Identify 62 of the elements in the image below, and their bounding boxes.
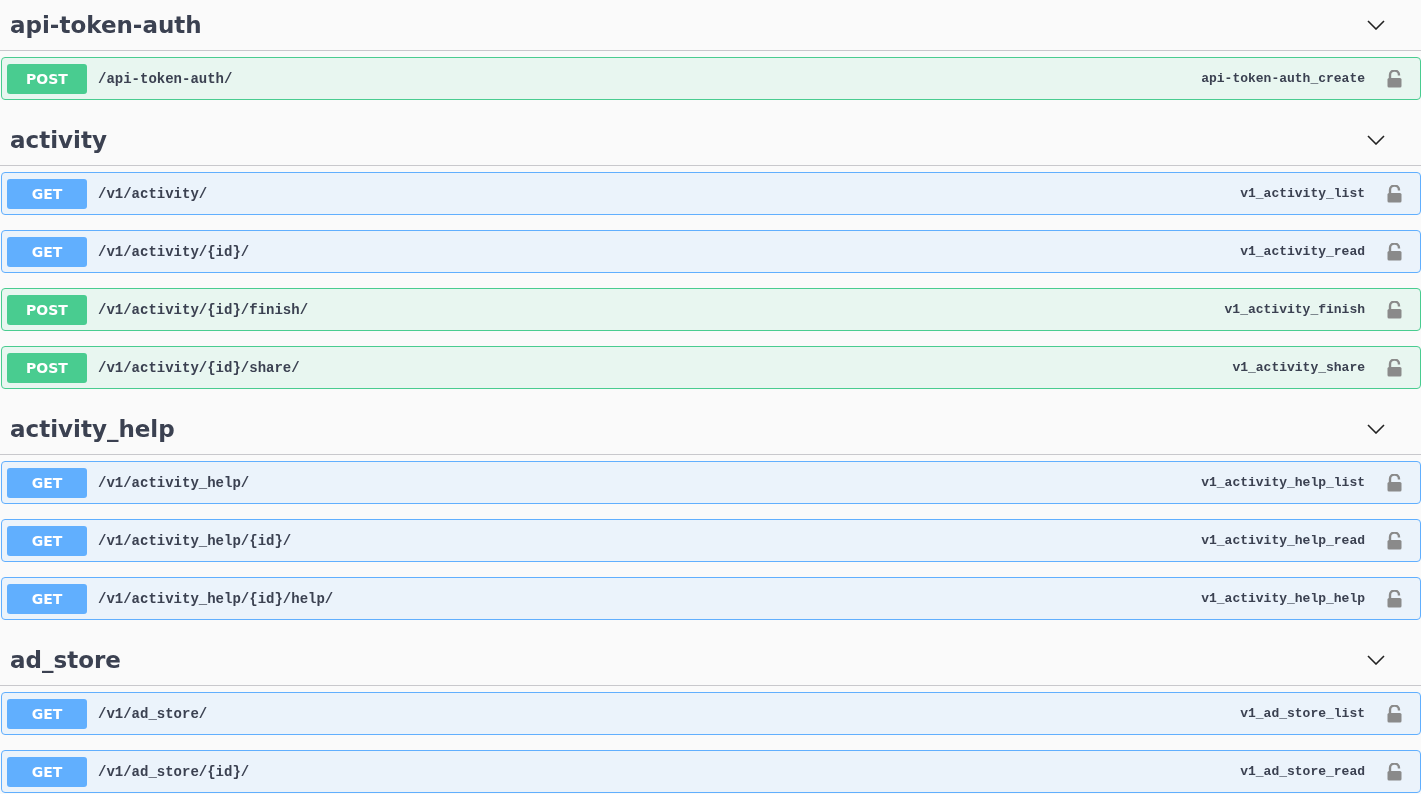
method-badge: GET: [7, 698, 87, 729]
endpoint-path: /v1/activity/{id}/share/: [98, 359, 301, 376]
operation-id: v1_activity_read: [1240, 244, 1365, 259]
operation-id: v1_ad_store_list: [1240, 706, 1365, 721]
tag-title: activity_help: [10, 416, 176, 442]
endpoint-path: /v1/activity_help/: [98, 474, 251, 491]
tag-title: api-token-auth: [10, 12, 203, 38]
endpoint-path: /v1/ad_store/: [98, 705, 209, 722]
operation-row[interactable]: GET /v1/activity_help/{id}/help/ v1_activity_help_help: [1, 577, 1421, 620]
operation-row[interactable]: GET /v1/ad_store/ v1_ad_store_list: [1, 692, 1421, 735]
unlocked-padlock-icon[interactable]: [1387, 300, 1402, 319]
chevron-icon[interactable]: [1367, 20, 1385, 30]
chevron-icon[interactable]: [1367, 135, 1385, 145]
unlocked-padlock-icon[interactable]: [1387, 69, 1402, 88]
endpoint-path: /v1/activity_help/{id}/help/: [98, 590, 335, 607]
operation-row[interactable]: GET /v1/activity/{id}/ v1_activity_read: [1, 230, 1421, 273]
method-badge: GET: [7, 178, 87, 209]
operation-id: v1_activity_share: [1232, 360, 1365, 375]
operation-row[interactable]: GET /v1/activity/ v1_activity_list: [1, 172, 1421, 215]
endpoint-path: /v1/ad_store/{id}/: [98, 763, 251, 780]
operation-id: api-token-auth_create: [1201, 71, 1365, 86]
method-badge: GET: [7, 236, 87, 267]
tag-title: ad_store: [10, 647, 122, 673]
endpoint-path: /v1/activity_help/{id}/: [98, 532, 293, 549]
chevron-icon[interactable]: [1367, 655, 1385, 665]
unlocked-padlock-icon[interactable]: [1387, 704, 1402, 723]
method-badge: POST: [7, 63, 87, 94]
method-badge: GET: [7, 467, 87, 498]
chevron-icon[interactable]: [1367, 424, 1385, 434]
endpoint-path: /api-token-auth/: [98, 70, 234, 87]
unlocked-padlock-icon[interactable]: [1387, 531, 1402, 550]
operation-id: v1_ad_store_read: [1240, 764, 1365, 779]
operation-id: v1_activity_help_read: [1201, 533, 1365, 548]
unlocked-padlock-icon[interactable]: [1387, 762, 1402, 781]
endpoint-path: /v1/activity/: [98, 185, 209, 202]
method-badge: GET: [7, 525, 87, 556]
method-badge: GET: [7, 583, 87, 614]
tag-title: activity: [10, 127, 108, 153]
operation-id: v1_activity_list: [1240, 186, 1365, 201]
tag-header[interactable]: activity_help: [0, 404, 1421, 455]
unlocked-padlock-icon[interactable]: [1387, 589, 1402, 608]
operation-id: v1_activity_help_help: [1201, 591, 1365, 606]
unlocked-padlock-icon[interactable]: [1387, 473, 1402, 492]
tag-header[interactable]: ad_store: [0, 635, 1421, 686]
operation-row[interactable]: GET /v1/activity_help/ v1_activity_help_list: [1, 461, 1421, 504]
operation-row[interactable]: GET /v1/ad_store/{id}/ v1_ad_store_read: [1, 750, 1421, 793]
method-badge: POST: [7, 352, 87, 383]
operation-row[interactable]: POST /api-token-auth/ api-token-auth_create: [1, 57, 1421, 100]
operation-id: v1_activity_help_list: [1201, 475, 1365, 490]
method-badge: GET: [7, 756, 87, 787]
endpoint-path: /v1/activity/{id}/finish/: [98, 301, 310, 318]
unlocked-padlock-icon[interactable]: [1387, 242, 1402, 261]
operation-row[interactable]: GET /v1/activity_help/{id}/ v1_activity_help_read: [1, 519, 1421, 562]
method-badge: POST: [7, 294, 87, 325]
unlocked-padlock-icon[interactable]: [1387, 184, 1402, 203]
tag-header[interactable]: api-token-auth: [0, 0, 1421, 51]
tag-header[interactable]: activity: [0, 115, 1421, 166]
endpoint-path: /v1/activity/{id}/: [98, 243, 251, 260]
operation-id: v1_activity_finish: [1224, 302, 1365, 317]
unlocked-padlock-icon[interactable]: [1387, 358, 1402, 377]
operation-row[interactable]: POST /v1/activity/{id}/share/ v1_activity_share: [1, 346, 1421, 389]
operation-row[interactable]: POST /v1/activity/{id}/finish/ v1_activity_finish: [1, 288, 1421, 331]
